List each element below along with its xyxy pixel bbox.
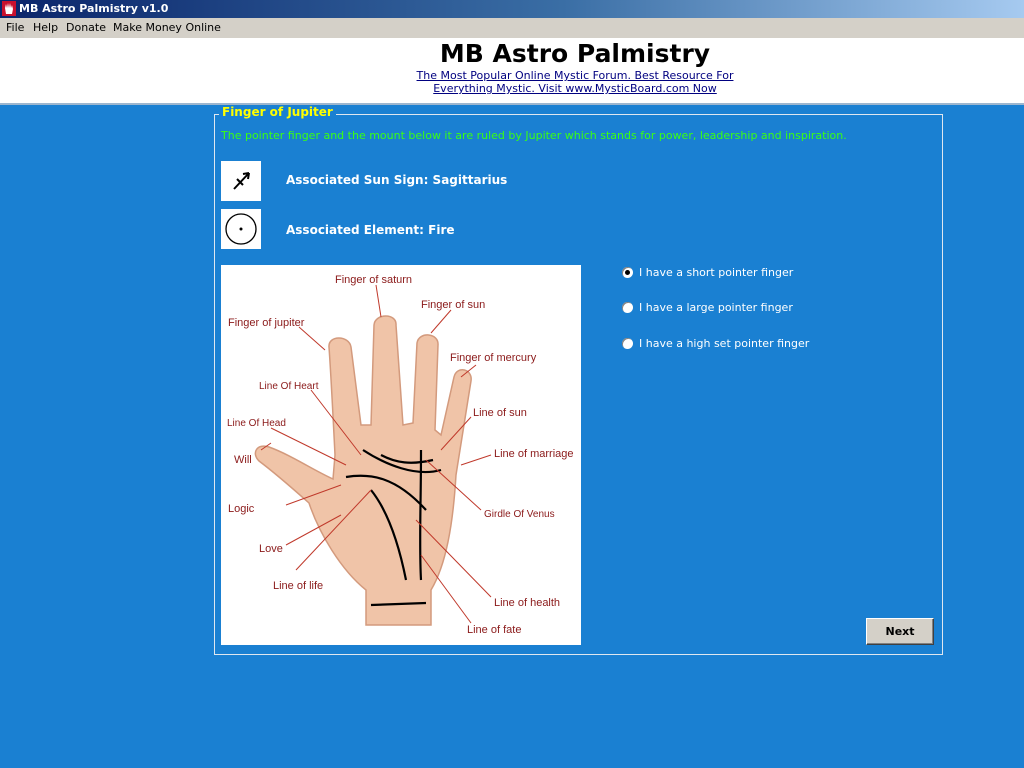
label-finger-jupiter: Finger of jupiter (228, 317, 305, 329)
label-girdle-venus: Girdle Of Venus (484, 509, 555, 520)
menu-help[interactable]: Help (33, 21, 58, 34)
associated-sun-sign: Associated Sun Sign: Sagittarius (286, 173, 508, 187)
menu-donate[interactable]: Donate (66, 21, 106, 34)
palm-diagram: Finger of saturn Finger of sun Finger of… (227, 274, 574, 636)
header-banner: MB Astro Palmistry The Most Popular Onli… (0, 38, 1024, 105)
label-line-fate: Line of fate (467, 624, 521, 636)
label-finger-sun: Finger of sun (421, 299, 485, 311)
fire-circle-dot-icon (225, 213, 257, 245)
label-line-health: Line of health (494, 597, 560, 609)
menu-file[interactable]: File (6, 21, 24, 34)
menu-bar: File Help Donate Make Money Online (0, 18, 1024, 38)
label-finger-saturn: Finger of saturn (335, 274, 412, 286)
label-line-marriage: Line of marriage (494, 448, 574, 460)
label-finger-mercury: Finger of mercury (450, 352, 537, 364)
title-bar: MB Astro Palmistry v1.0 (0, 0, 1024, 18)
option-short-pointer-label[interactable]: I have a short pointer finger (639, 266, 793, 279)
label-logic: Logic (228, 503, 255, 515)
group-legend: Finger of Jupiter (219, 105, 336, 119)
label-line-heart: Line Of Heart (259, 381, 319, 392)
mysticboard-link-line1[interactable]: The Most Popular Online Mystic Forum. Be… (380, 69, 770, 82)
label-love: Love (259, 543, 283, 555)
next-button[interactable]: Next (866, 618, 934, 645)
menu-make-money-online[interactable]: Make Money Online (113, 21, 221, 34)
label-line-sun: Line of sun (473, 407, 527, 419)
label-will: Will (234, 454, 252, 466)
radio-short-pointer[interactable] (622, 267, 633, 278)
label-line-life: Line of life (273, 580, 323, 592)
radio-large-pointer[interactable] (622, 302, 633, 313)
app-title: MB Astro Palmistry (439, 39, 711, 68)
option-large-pointer-label[interactable]: I have a large pointer finger (639, 301, 793, 314)
palm-diagram-image: Finger of saturn Finger of sun Finger of… (221, 265, 581, 645)
finger-description: The pointer finger and the mount below i… (221, 129, 847, 142)
element-symbol (221, 209, 261, 249)
associated-element: Associated Element: Fire (286, 223, 455, 237)
hand-app-icon (2, 1, 16, 16)
option-high-set-pointer-label[interactable]: I have a high set pointer finger (639, 337, 809, 350)
radio-high-set-pointer[interactable] (622, 338, 633, 349)
window-title: MB Astro Palmistry v1.0 (19, 2, 169, 15)
label-line-head: Line Of Head (227, 418, 286, 429)
mysticboard-link-line2[interactable]: Everything Mystic. Visit www.MysticBoard… (380, 82, 770, 95)
sun-sign-symbol (221, 161, 261, 201)
sagittarius-arrow-icon (233, 172, 250, 190)
